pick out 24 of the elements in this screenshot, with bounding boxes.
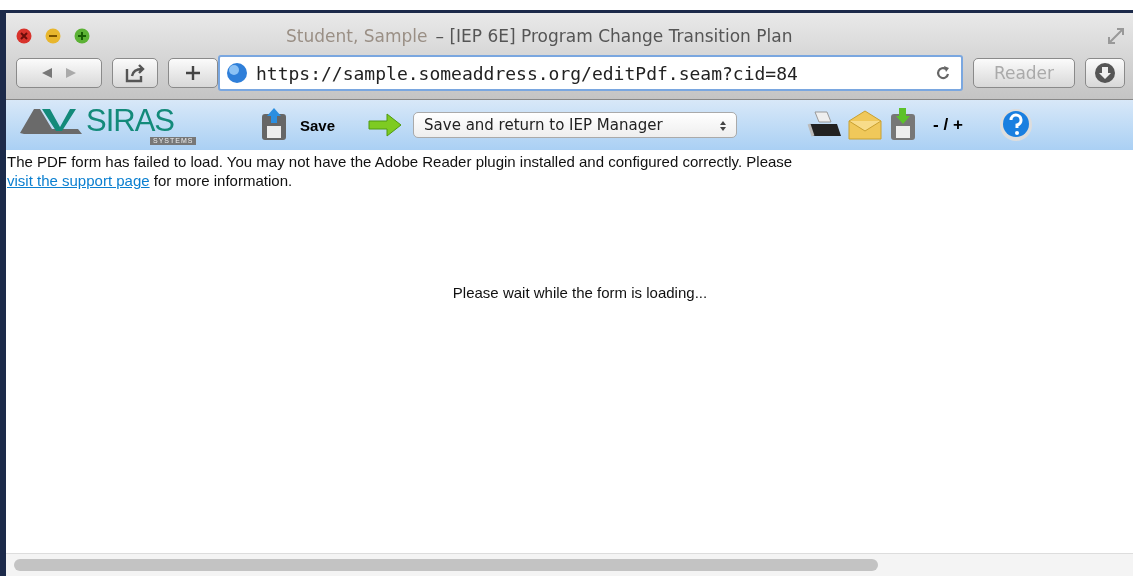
back-icon[interactable]	[40, 66, 54, 80]
action-select[interactable]: Save and return to IEP Manager	[413, 112, 738, 138]
zoom-icon[interactable]	[74, 28, 90, 44]
minimize-icon[interactable]	[45, 28, 61, 44]
updown-caret-icon	[719, 120, 728, 132]
reload-icon[interactable]	[935, 64, 951, 82]
scrollbar-thumb[interactable]	[14, 559, 878, 571]
loading-message: Please wait while the form is loading...	[452, 284, 708, 301]
share-icon	[124, 63, 146, 83]
zoom-control[interactable]: - / +	[933, 115, 963, 135]
help-icon[interactable]	[998, 108, 1033, 142]
back-forward-button[interactable]	[16, 58, 102, 88]
new-tab-button[interactable]	[168, 58, 218, 88]
globe-icon	[226, 62, 248, 84]
error-message: The PDF form has failed to load. You may not have the Adobe Reader plugin installed and configured correctly. Please visit the support page for more information.	[7, 152, 794, 190]
plus-icon	[185, 65, 201, 81]
save-label[interactable]: Save	[300, 116, 336, 134]
support-link[interactable]: visit the support page	[7, 172, 150, 189]
address-field[interactable]: https://sample.someaddress.org/editPdf.seam?cid=84	[218, 55, 963, 91]
share-button[interactable]	[112, 58, 158, 88]
close-icon[interactable]	[16, 28, 32, 44]
downloads-button[interactable]	[1085, 58, 1125, 88]
window-title: Student, Sample	[286, 26, 428, 46]
window-title: – [IEP 6E] Program Change Transition Plan	[435, 26, 793, 46]
